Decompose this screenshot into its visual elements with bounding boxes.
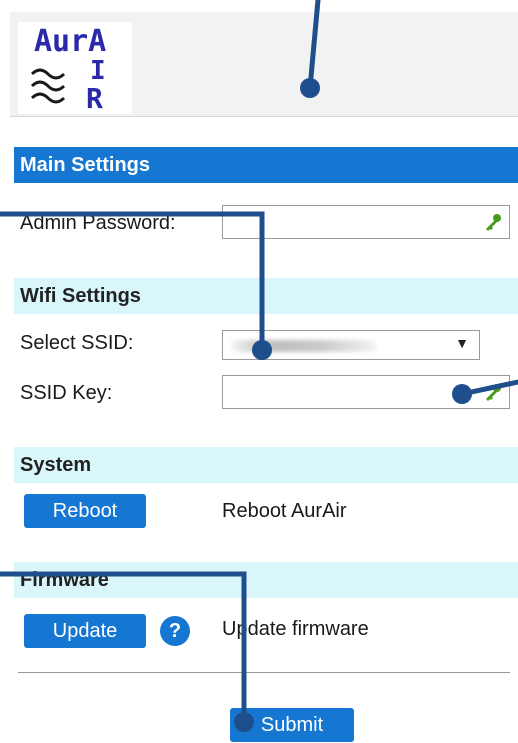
admin-password-label: Admin Password: — [20, 212, 176, 234]
logo-text-r: R — [86, 82, 103, 115]
reboot-description: Reboot AurAir — [222, 500, 347, 522]
logo-text-aura: AurA — [34, 24, 107, 59]
update-button[interactable]: Update — [24, 614, 146, 648]
reboot-button[interactable]: Reboot — [24, 494, 146, 528]
divider — [18, 672, 510, 673]
ssid-value-redacted — [231, 340, 377, 352]
main-settings-heading: Main Settings — [14, 147, 518, 183]
firmware-heading: Firmware — [14, 562, 518, 598]
aurair-logo: AurA I R — [18, 22, 132, 115]
ssid-key-field[interactable] — [222, 375, 510, 409]
update-description: Update firmware — [222, 618, 369, 640]
admin-password-field[interactable] — [222, 205, 510, 239]
submit-button[interactable]: Submit — [230, 708, 354, 742]
wifi-settings-heading: Wifi Settings — [14, 278, 518, 314]
key-icon — [486, 214, 501, 231]
select-ssid-label: Select SSID: — [20, 332, 134, 354]
key-icon — [486, 384, 501, 401]
dropdown-caret-icon: ▼ — [455, 335, 469, 351]
system-heading: System — [14, 447, 518, 483]
ssid-key-label: SSID Key: — [20, 382, 113, 404]
ssid-select[interactable]: ▼ — [222, 330, 480, 360]
help-icon[interactable]: ? — [160, 616, 190, 646]
